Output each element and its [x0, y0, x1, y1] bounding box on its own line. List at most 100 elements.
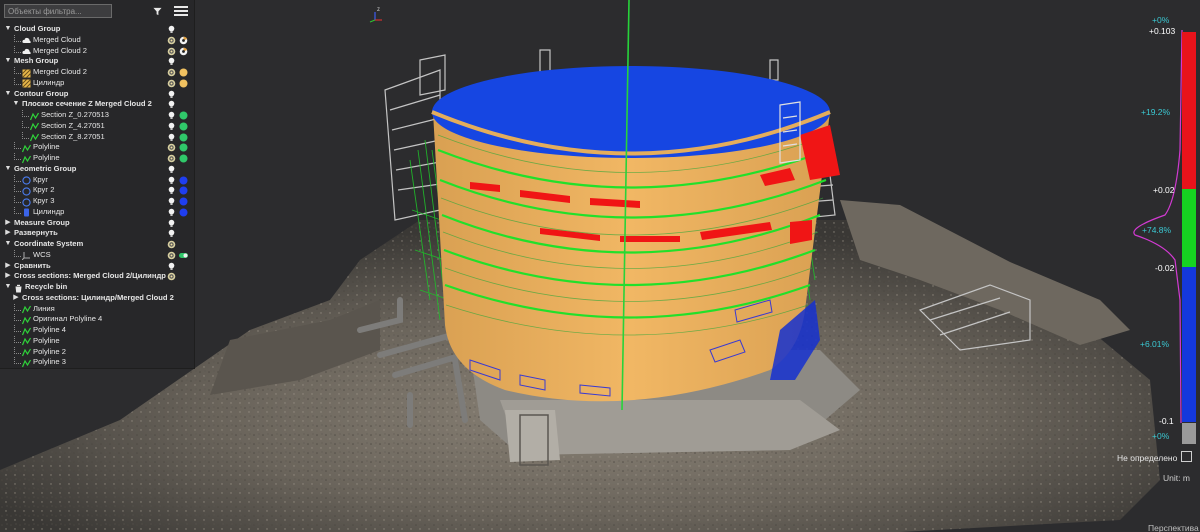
not-defined-checkbox[interactable] — [1181, 451, 1192, 462]
visibility-bulb-icon[interactable] — [167, 25, 176, 34]
color-dot-icon[interactable] — [179, 154, 188, 163]
display-lock-icon[interactable] — [167, 251, 176, 260]
color-dot-icon[interactable] — [179, 133, 188, 142]
tree-item-row[interactable]: Линия — [0, 303, 194, 315]
tree-item-row[interactable]: Polyline — [0, 335, 194, 347]
collapse-arrow-icon[interactable]: ▼ — [12, 99, 20, 110]
collapse-arrow-icon[interactable]: ▼ — [4, 24, 12, 35]
menu-button[interactable] — [172, 3, 190, 19]
visibility-bulb-icon[interactable] — [167, 100, 176, 109]
collapse-arrow-icon[interactable]: ▼ — [4, 164, 12, 175]
color-dot-icon[interactable] — [179, 68, 188, 77]
tree-group-row[interactable]: ▶ Cross sections: Merged Cloud 2/Цилиндр — [0, 271, 194, 282]
trash-icon — [15, 284, 22, 292]
color-dot-icon[interactable] — [179, 79, 188, 88]
tree-group-row[interactable]: ▶ Сравнить — [0, 261, 194, 272]
tree-item-row[interactable]: Section Z_8.27051 — [0, 131, 194, 143]
expand-arrow-icon[interactable]: ▶ — [4, 261, 12, 272]
tree-connector — [22, 110, 29, 117]
display-lock-icon[interactable] — [167, 36, 176, 45]
display-lock-icon[interactable] — [167, 240, 176, 249]
visibility-bulb-icon[interactable] — [167, 133, 176, 142]
color-dot-icon[interactable] — [179, 122, 188, 131]
collapse-arrow-icon[interactable]: ▼ — [4, 239, 12, 250]
circle-icon — [22, 176, 31, 185]
tree-item-row[interactable]: Polyline — [0, 153, 194, 164]
visibility-bulb-icon[interactable] — [167, 111, 176, 120]
polyline-icon — [21, 144, 32, 152]
visibility-bulb-icon[interactable] — [167, 122, 176, 131]
tree-item-row[interactable]: Merged Cloud 2 — [0, 45, 194, 57]
tree-item-row[interactable]: Section Z_4.27051 — [0, 120, 194, 132]
tree-item-label: Contour Group — [14, 88, 69, 98]
scalar-field-icon[interactable] — [179, 47, 188, 56]
color-dot-icon[interactable] — [179, 176, 188, 185]
color-dot-icon[interactable] — [179, 143, 188, 152]
tree-group-row[interactable]: ▶ Развернуть — [0, 228, 194, 239]
visibility-bulb-icon[interactable] — [167, 176, 176, 185]
tree-item-row[interactable]: Merged Cloud 2 — [0, 67, 194, 78]
tree-item-label: Merged Cloud — [33, 34, 81, 44]
visibility-bulb-icon[interactable] — [167, 57, 176, 66]
color-dot-icon[interactable] — [179, 186, 188, 195]
tree-item-row[interactable]: Цилиндр — [0, 77, 194, 89]
tree-item-row[interactable]: Круг 2 — [0, 185, 194, 196]
tree-item-row[interactable]: Merged Cloud — [0, 34, 194, 46]
scalar-field-icon[interactable] — [179, 36, 188, 45]
toggle-icon[interactable] — [179, 251, 188, 260]
tree-connector — [14, 77, 21, 85]
display-lock-icon[interactable] — [167, 47, 176, 56]
tree-item-label: Круг 3 — [33, 196, 55, 205]
filter-button[interactable] — [150, 3, 164, 19]
filter-objects-input[interactable] — [4, 4, 112, 18]
visibility-bulb-icon[interactable] — [167, 219, 176, 228]
visibility-bulb-icon[interactable] — [167, 262, 176, 271]
visibility-bulb-icon[interactable] — [167, 229, 176, 238]
tree-item-row[interactable]: Круг 3 — [0, 196, 194, 207]
tree-item-row[interactable]: Цилиндр — [0, 206, 194, 218]
display-lock-icon[interactable] — [167, 154, 176, 163]
visibility-bulb-icon[interactable] — [167, 186, 176, 195]
color-dot-icon[interactable] — [179, 197, 188, 206]
tree-item-row[interactable]: Polyline 4 — [0, 325, 194, 336]
tree-item-row[interactable]: Section Z_0.270513 — [0, 110, 194, 121]
circle-icon — [22, 197, 31, 207]
tree-item-row[interactable]: Polyline 3 — [0, 357, 194, 368]
tree-connector — [14, 45, 21, 53]
cloud-icon — [22, 38, 31, 44]
tree-connector — [14, 303, 21, 311]
tree-connector — [14, 249, 21, 257]
tree-group-row[interactable]: ▼ Cloud Group — [0, 24, 194, 35]
expand-arrow-icon[interactable]: ▶ — [4, 228, 12, 239]
color-dot-icon[interactable] — [179, 208, 188, 217]
tree-group-row[interactable]: ▼ Contour Group — [0, 89, 194, 100]
tree-group-row[interactable]: ▼ Recycle bin — [0, 282, 194, 293]
display-lock-icon[interactable] — [167, 79, 176, 88]
tree-group-row[interactable]: ▶ Cross sections: Цилиндр/Merged Cloud 2 — [0, 293, 194, 304]
tree-item-row[interactable]: WCS — [0, 249, 194, 261]
display-lock-icon[interactable] — [167, 68, 176, 77]
tree-group-row[interactable]: ▼ Geometric Group — [0, 164, 194, 175]
display-lock-icon[interactable] — [167, 143, 176, 152]
tree-group-row[interactable]: ▶ Measure Group — [0, 218, 194, 229]
display-lock-icon[interactable] — [167, 272, 176, 281]
color-dot-icon — [179, 176, 188, 184]
tree-item-row[interactable]: Круг — [0, 174, 194, 186]
collapse-arrow-icon[interactable]: ▼ — [4, 89, 12, 100]
tree-item-row[interactable]: Оригинал Polyline 4 — [0, 314, 194, 325]
tree-group-row[interactable]: ▼ Плоское сечение Z Merged Cloud 2 — [0, 99, 194, 110]
expand-arrow-icon[interactable]: ▶ — [4, 271, 12, 282]
tree-item-row[interactable]: Polyline — [0, 142, 194, 153]
visibility-bulb-icon[interactable] — [167, 90, 176, 99]
tree-group-row[interactable]: ▼ Mesh Group — [0, 56, 194, 67]
tree-group-row[interactable]: ▼ Coordinate System — [0, 239, 194, 250]
expand-arrow-icon[interactable]: ▶ — [4, 218, 12, 229]
collapse-arrow-icon[interactable]: ▼ — [4, 56, 12, 67]
visibility-bulb-icon[interactable] — [167, 208, 176, 217]
expand-arrow-icon[interactable]: ▶ — [12, 293, 20, 304]
tree-item-row[interactable]: Polyline 2 — [0, 346, 194, 358]
visibility-bulb-icon[interactable] — [167, 165, 176, 174]
collapse-arrow-icon[interactable]: ▼ — [4, 282, 12, 293]
visibility-bulb-icon[interactable] — [167, 197, 176, 206]
color-dot-icon[interactable] — [179, 111, 188, 120]
